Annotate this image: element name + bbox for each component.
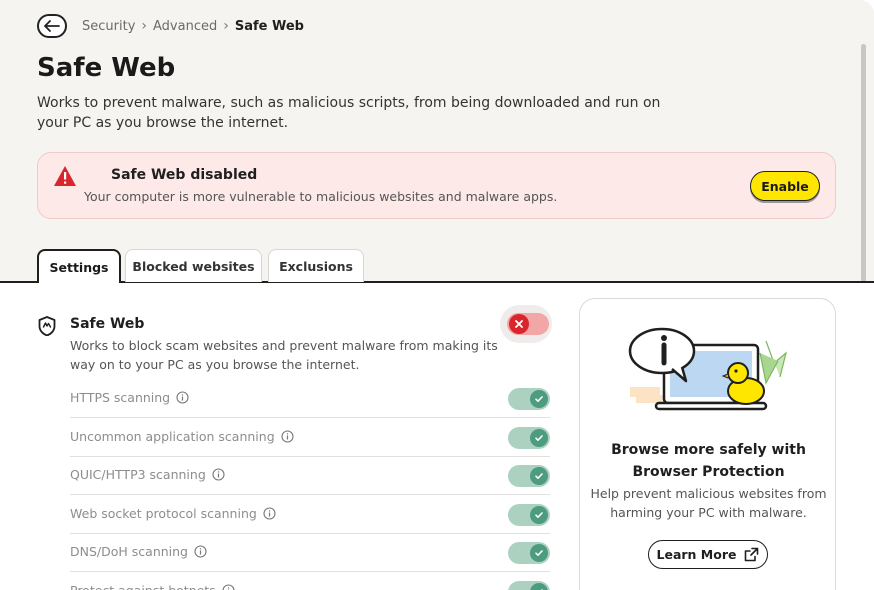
browser-protection-illustration xyxy=(628,327,788,411)
info-icon[interactable] xyxy=(263,506,276,520)
breadcrumb: Security › Advanced › Safe Web xyxy=(82,18,304,34)
toggle-knob xyxy=(530,428,548,447)
setting-toggle[interactable] xyxy=(508,580,550,590)
promo-title: Browse more safely with Browser Protecti… xyxy=(611,442,806,480)
check-icon xyxy=(535,434,543,441)
back-button[interactable] xyxy=(37,14,67,38)
promo-card: Browse more safely with Browser Protecti… xyxy=(579,298,836,590)
setting-toggle[interactable] xyxy=(508,465,550,487)
toggle-knob xyxy=(530,390,548,408)
safe-web-toggle[interactable] xyxy=(507,313,549,335)
learn-more-label: Learn More xyxy=(656,547,737,562)
toggle-knob xyxy=(530,544,548,562)
setting-toggle[interactable] xyxy=(508,542,550,564)
arrow-left-icon xyxy=(44,20,60,32)
toggle-knob xyxy=(509,314,529,334)
setting-label: Uncommon application scanning xyxy=(70,429,294,444)
setting-label-text: HTTPS scanning xyxy=(70,390,171,405)
enable-button[interactable]: Enable xyxy=(750,171,820,201)
breadcrumb-current: Safe Web xyxy=(234,18,304,34)
setting-row: DNS/DoH scanning xyxy=(70,534,550,572)
setting-label-text: Protect against botnets xyxy=(70,582,216,590)
setting-label-text: DNS/DoH scanning xyxy=(70,544,188,559)
check-icon xyxy=(540,588,543,590)
header-area xyxy=(0,0,874,282)
chevron-right-icon: › xyxy=(141,18,147,34)
tab-exclusions[interactable]: Exclusions xyxy=(268,249,364,282)
check-icon xyxy=(535,473,543,479)
warning-icon xyxy=(54,166,76,186)
breadcrumb-security[interactable]: Security xyxy=(82,19,135,34)
breadcrumb-advanced[interactable]: Advanced xyxy=(153,19,217,34)
info-icon[interactable] xyxy=(281,429,294,443)
tab-blocked-websites[interactable]: Blocked websites xyxy=(125,249,262,282)
setting-label-text: Web socket protocol scanning xyxy=(70,505,257,521)
promo-text: Help prevent malicious websites from har… xyxy=(590,486,827,520)
toggle-knob xyxy=(530,582,548,590)
disabled-alert: Safe Web disabled Your computer is more … xyxy=(37,152,836,219)
alert-title: Safe Web disabled xyxy=(111,167,258,183)
setting-label-text: Uncommon application scanning xyxy=(70,428,275,444)
setting-label: DNS/DoH scanning xyxy=(70,544,207,559)
setting-toggle[interactable] xyxy=(508,388,550,410)
toggle-knob xyxy=(530,505,548,524)
info-icon[interactable] xyxy=(194,545,207,558)
shield-icon xyxy=(38,316,56,336)
setting-toggle[interactable] xyxy=(508,426,550,449)
close-icon xyxy=(515,320,523,328)
safe-web-title: Safe Web xyxy=(70,316,145,332)
setting-label: Protect against botnets xyxy=(70,583,235,590)
page-title: Safe Web xyxy=(37,53,176,83)
setting-label: QUIC/HTTP3 scanning xyxy=(70,467,225,482)
safe-web-description: Works to block scam websites and prevent… xyxy=(70,338,498,372)
page-description: Works to prevent malware, such as malici… xyxy=(37,95,661,131)
setting-row: Uncommon application scanning xyxy=(70,419,550,457)
check-icon xyxy=(535,511,543,518)
toggle-knob xyxy=(530,467,548,485)
info-icon[interactable] xyxy=(176,391,189,404)
info-icon[interactable] xyxy=(212,468,225,481)
setting-row: HTTPS scanning xyxy=(70,380,550,418)
setting-toggle[interactable] xyxy=(508,503,550,526)
setting-label: HTTPS scanning xyxy=(70,390,189,405)
alert-text: Your computer is more vulnerable to mali… xyxy=(84,189,558,204)
setting-row: QUIC/HTTP3 scanning xyxy=(70,457,550,495)
setting-row: Protect against botnets xyxy=(70,573,550,590)
check-icon xyxy=(535,550,543,556)
tab-settings[interactable]: Settings xyxy=(37,249,121,285)
external-link-icon xyxy=(745,547,759,562)
check-icon xyxy=(535,396,543,402)
setting-label: Web socket protocol scanning xyxy=(70,506,276,521)
learn-more-button[interactable]: Learn More xyxy=(648,540,768,569)
setting-row: Web socket protocol scanning xyxy=(70,496,550,534)
chevron-right-icon: › xyxy=(223,18,229,34)
info-icon[interactable] xyxy=(222,583,235,590)
setting-label-text: QUIC/HTTP3 scanning xyxy=(70,467,206,482)
